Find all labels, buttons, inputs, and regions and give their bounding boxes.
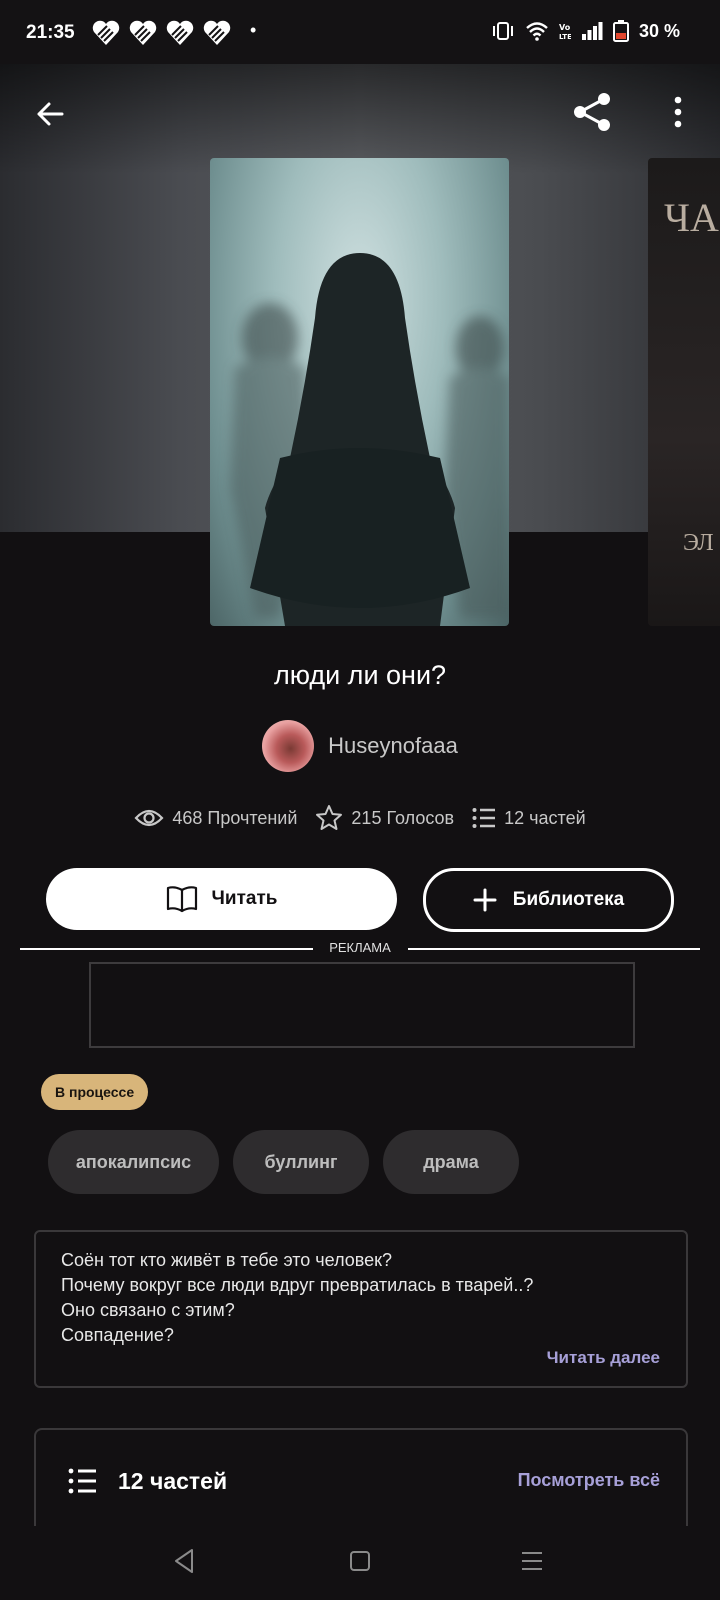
notification-dot: • bbox=[250, 20, 257, 40]
library-button-label: Библиотека bbox=[512, 889, 625, 910]
more-button[interactable] bbox=[660, 90, 696, 134]
status-right: Vo LTE 30 % bbox=[491, 20, 680, 42]
parts-stat: 12 частей bbox=[472, 807, 586, 829]
description-text: Соён тот кто живёт в тебе это человек? П… bbox=[61, 1248, 533, 1348]
list-icon bbox=[472, 808, 496, 828]
read-button[interactable]: Читать bbox=[46, 868, 397, 930]
signal-icon bbox=[581, 22, 603, 40]
list-icon bbox=[68, 1468, 96, 1494]
arrow-left-icon bbox=[37, 102, 64, 126]
description-line: Почему вокруг все люди вдруг превратилас… bbox=[61, 1275, 534, 1295]
nav-home-icon[interactable] bbox=[349, 1550, 371, 1572]
description-line: Оно связано с этим? bbox=[61, 1300, 235, 1320]
next-cover-subtitle: ЭЛ bbox=[683, 530, 714, 556]
story-cover[interactable] bbox=[210, 158, 509, 626]
ad-divider-left bbox=[20, 948, 313, 950]
votes-count: 215 Голосов bbox=[351, 807, 455, 828]
heart-icon bbox=[92, 20, 120, 45]
ad-label: РЕКЛАМА bbox=[329, 940, 391, 955]
status-badge: В процессе bbox=[41, 1074, 149, 1110]
nav-menu-icon[interactable] bbox=[520, 1550, 544, 1572]
next-story-cover[interactable]: ЧА ЭЛ bbox=[648, 158, 720, 626]
tag-chip[interactable]: апокалипсис bbox=[48, 1130, 219, 1194]
heart-icon bbox=[166, 20, 194, 45]
next-cover-title: ЧА bbox=[664, 195, 719, 240]
reads-count: 468 Прочтений bbox=[172, 807, 298, 828]
tag-chip[interactable]: драма bbox=[383, 1130, 519, 1194]
book-open-icon bbox=[166, 886, 197, 913]
reads-stat: 468 Прочтений bbox=[134, 807, 297, 829]
status-time: 21:35 bbox=[26, 22, 75, 43]
tag-chip[interactable]: буллинг bbox=[233, 1130, 369, 1194]
votes-stat: 215 Голосов bbox=[315, 804, 454, 832]
ad-divider-right bbox=[408, 948, 700, 950]
system-nav-bar bbox=[0, 1526, 720, 1600]
share-button[interactable] bbox=[568, 88, 616, 136]
read-button-label: Читать bbox=[211, 888, 278, 909]
battery-icon bbox=[612, 20, 629, 42]
nav-back-icon[interactable] bbox=[172, 1548, 196, 1574]
description-line: Совпадение? bbox=[61, 1325, 174, 1345]
plus-icon bbox=[473, 888, 497, 912]
wifi-icon bbox=[526, 22, 548, 41]
avatar[interactable] bbox=[262, 720, 315, 772]
vibrate-icon bbox=[492, 22, 513, 40]
share-icon bbox=[574, 93, 610, 131]
author-row[interactable]: Huseynofaaa bbox=[0, 720, 720, 772]
tags-list: апокалипсис буллинг драма bbox=[48, 1130, 519, 1194]
battery-percent: 30 % bbox=[638, 20, 680, 41]
svg-text:LTE: LTE bbox=[559, 33, 571, 41]
more-vertical-icon bbox=[674, 96, 682, 128]
svg-text:Vo: Vo bbox=[559, 23, 571, 32]
notification-icons bbox=[92, 20, 231, 46]
parts-count: 12 частей bbox=[504, 807, 586, 828]
heart-icon bbox=[129, 20, 157, 45]
back-button[interactable] bbox=[28, 92, 72, 136]
star-icon bbox=[316, 805, 343, 830]
story-stats: 468 Прочтений 215 Голосов 12 частей bbox=[0, 804, 720, 832]
heart-icon bbox=[203, 20, 231, 45]
cover-illustration bbox=[230, 253, 509, 626]
description-card: Соён тот кто живёт в тебе это человек? П… bbox=[34, 1230, 688, 1388]
description-line: Соён тот кто живёт в тебе это человек? bbox=[61, 1250, 393, 1270]
volte-icon: VoLTE bbox=[559, 23, 571, 41]
see-all-link[interactable]: Посмотреть всё bbox=[518, 1470, 660, 1491]
ad-placeholder[interactable] bbox=[89, 962, 635, 1048]
parts-section: 12 частей Посмотреть всё bbox=[34, 1428, 688, 1540]
author-name[interactable]: Huseynofaaa bbox=[328, 733, 458, 759]
add-to-library-button[interactable]: Библиотека bbox=[423, 868, 674, 932]
read-more-link[interactable]: Читать далее bbox=[547, 1348, 660, 1368]
parts-title: 12 частей bbox=[118, 1468, 228, 1494]
eye-icon bbox=[134, 809, 164, 827]
story-title: люди ли они? bbox=[273, 660, 447, 690]
